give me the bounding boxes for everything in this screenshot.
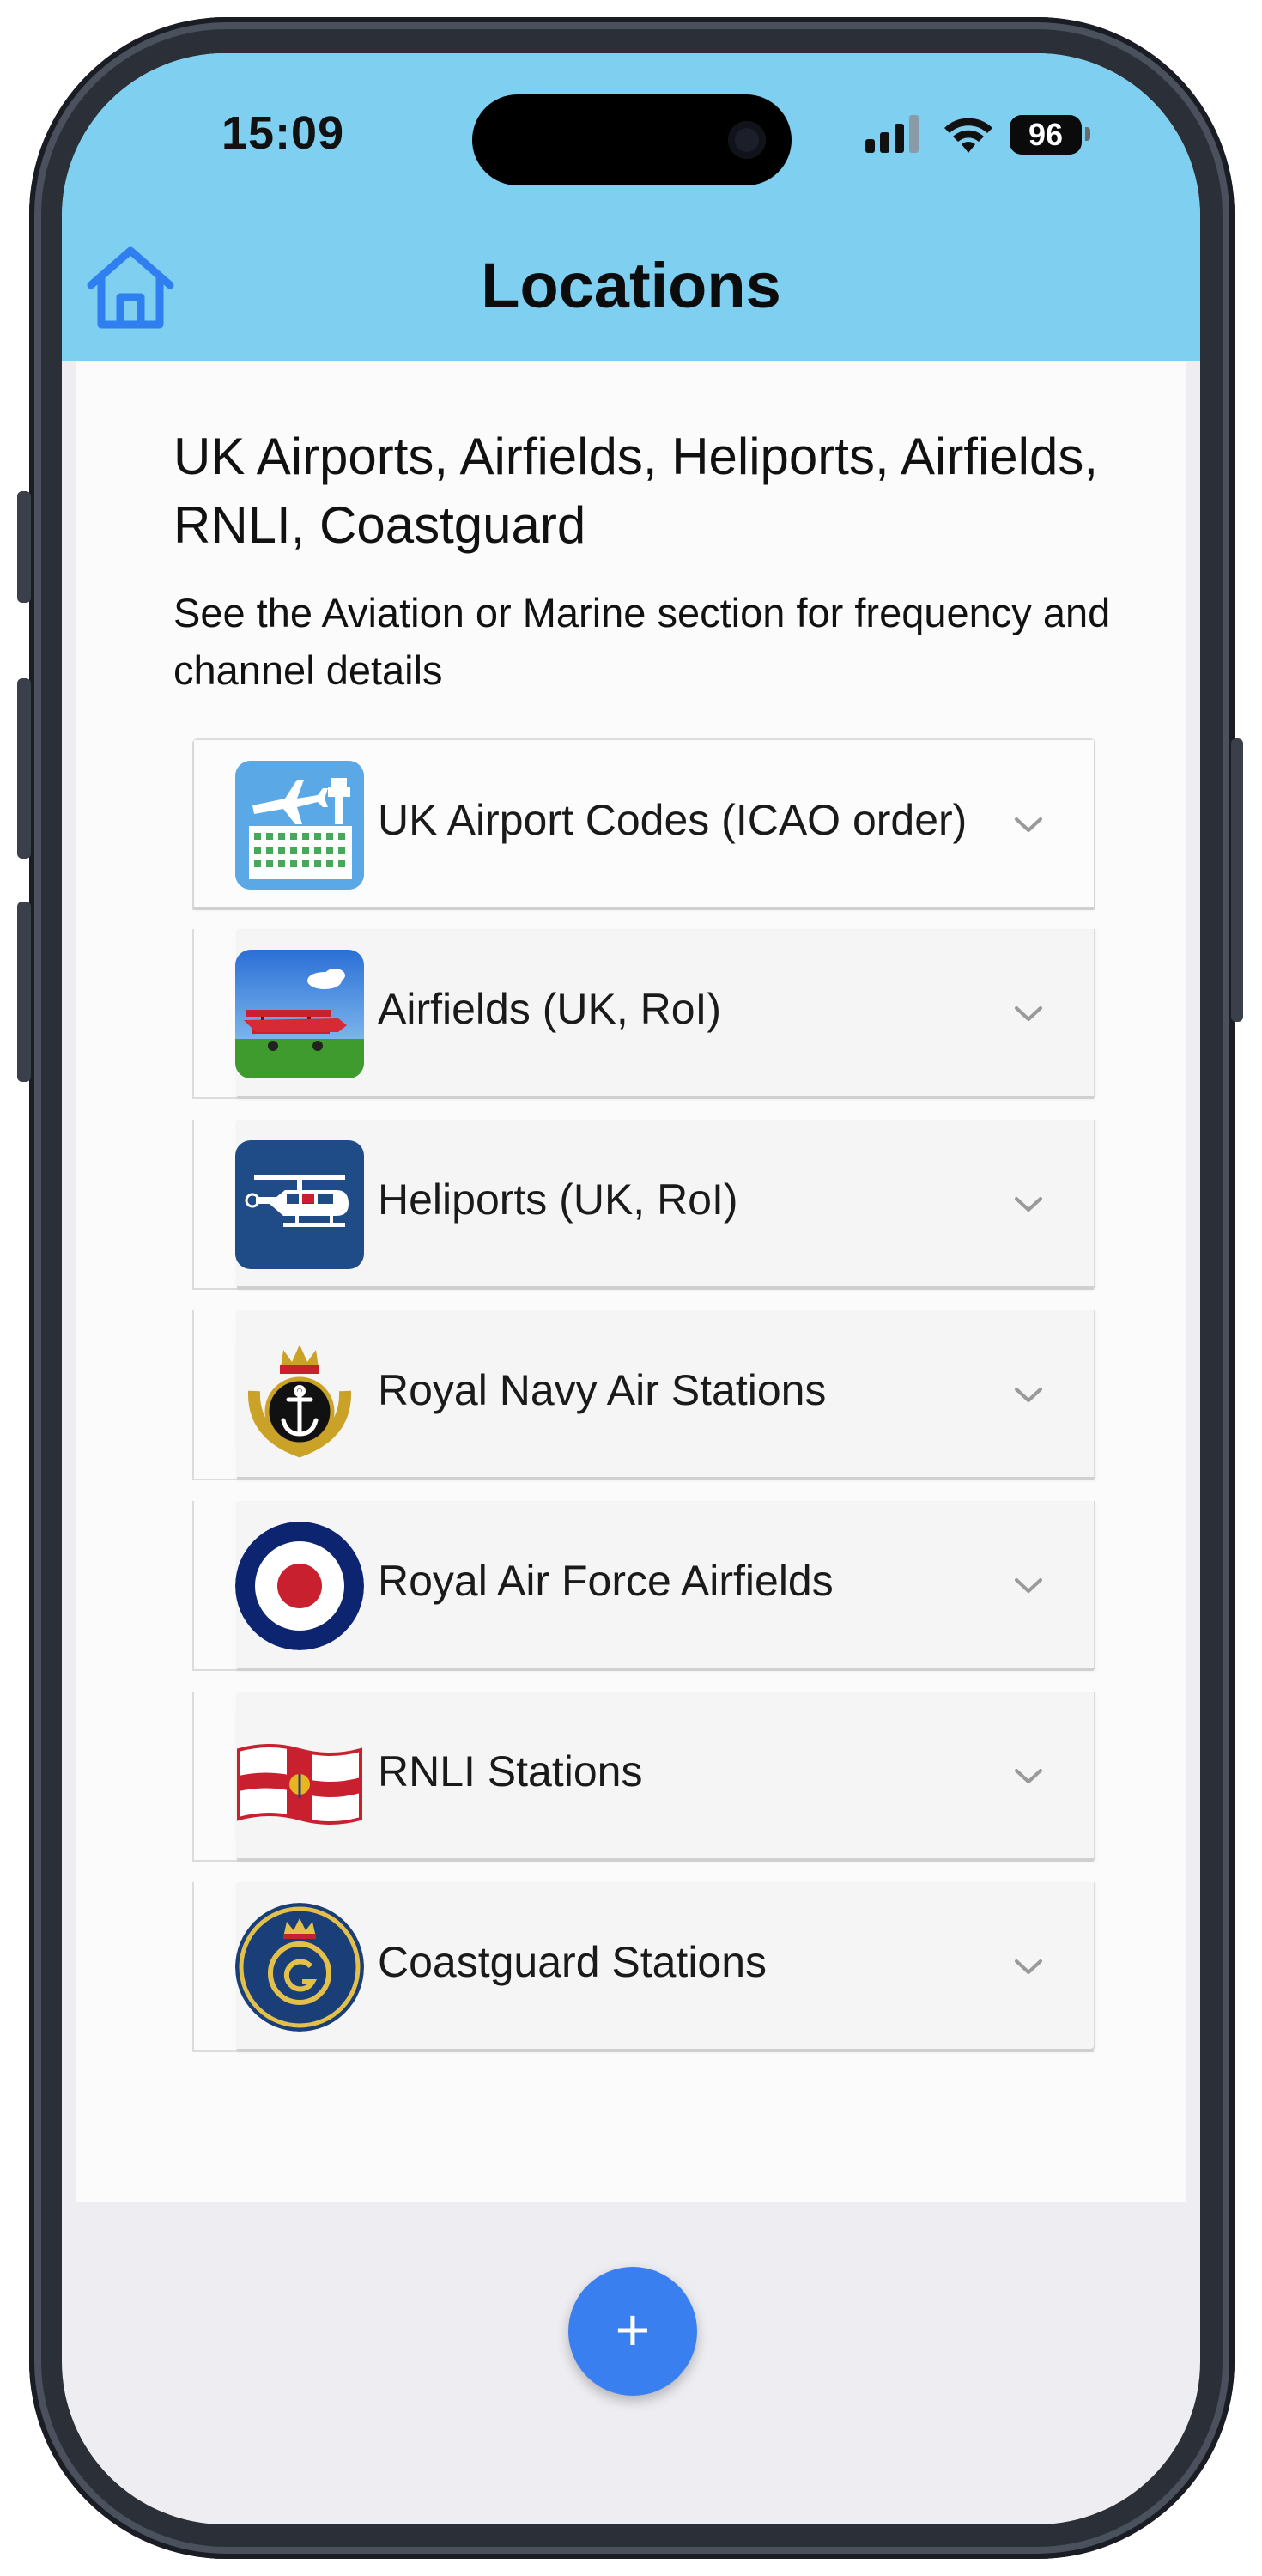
item-label: Airfields (UK, RoI) (378, 985, 722, 1033)
wifi-icon (944, 118, 992, 153)
airport-tower-icon (235, 761, 364, 890)
section-subheading: See the Aviation or Marine section for f… (173, 590, 1111, 693)
list-item-airfields[interactable]: Airfields (UK, RoI) (192, 929, 1095, 1099)
raf-roundel-icon (235, 1522, 364, 1650)
hm-coastguard-badge-icon (235, 1903, 364, 2032)
item-plate (237, 1692, 1095, 1860)
side-button (17, 491, 31, 603)
list-item-rnli[interactable]: RNLI Stations (192, 1692, 1095, 1862)
list-item-heliports[interactable]: Heliports (UK, RoI) (192, 1120, 1095, 1290)
item-label: UK Airport Codes (ICAO order) (378, 796, 968, 844)
helicopter-icon (235, 1140, 364, 1269)
chevron-down-icon[interactable] (1011, 996, 1046, 1030)
section-heading: UK Airports, Airfields, Heliports, Airfi… (173, 428, 1099, 554)
chevron-down-icon[interactable] (1011, 1759, 1046, 1793)
add-button[interactable]: + (568, 2267, 697, 2396)
side-button (17, 902, 31, 1082)
list-item-airport-codes[interactable]: UK Airport Codes (ICAO order) (192, 738, 1095, 910)
list-item-royal-navy[interactable]: Royal Navy Air Stations (192, 1310, 1095, 1480)
cellular-signal-icon (865, 115, 919, 153)
battery-tip (1085, 127, 1090, 141)
chevron-down-icon[interactable] (1011, 1377, 1046, 1412)
screen: 15:09 96 Locations UK Airports, Airfield… (62, 53, 1200, 2524)
camera-icon (728, 121, 766, 159)
item-label: Royal Air Force Airfields (378, 1557, 834, 1605)
content-card: UK Airports, Airfields, Heliports, Airfi… (76, 361, 1186, 2202)
dynamic-island (472, 94, 792, 185)
royal-navy-crest-icon (235, 1331, 364, 1460)
chevron-down-icon[interactable] (1011, 807, 1046, 841)
chevron-down-icon[interactable] (1011, 1949, 1046, 1984)
status-time: 15:09 (221, 107, 345, 159)
side-button (17, 678, 31, 859)
page-title: Locations (481, 250, 781, 321)
rnli-flag-icon (235, 1712, 364, 1841)
list-item-coastguard[interactable]: Coastguard Stations (192, 1882, 1095, 2052)
item-label: Heliports (UK, RoI) (378, 1176, 738, 1224)
item-label: Royal Navy Air Stations (378, 1366, 827, 1414)
list-item-raf[interactable]: Royal Air Force Airfields (192, 1501, 1095, 1671)
chevron-down-icon[interactable] (1011, 1187, 1046, 1221)
biplane-icon (235, 950, 364, 1078)
side-button (1231, 738, 1243, 1022)
battery-indicator: 96 (1010, 115, 1082, 155)
item-label: RNLI Stations (378, 1747, 643, 1795)
app-header: 15:09 96 Locations (62, 53, 1200, 361)
item-label: Coastguard Stations (378, 1938, 768, 1986)
chevron-down-icon[interactable] (1011, 1568, 1046, 1602)
